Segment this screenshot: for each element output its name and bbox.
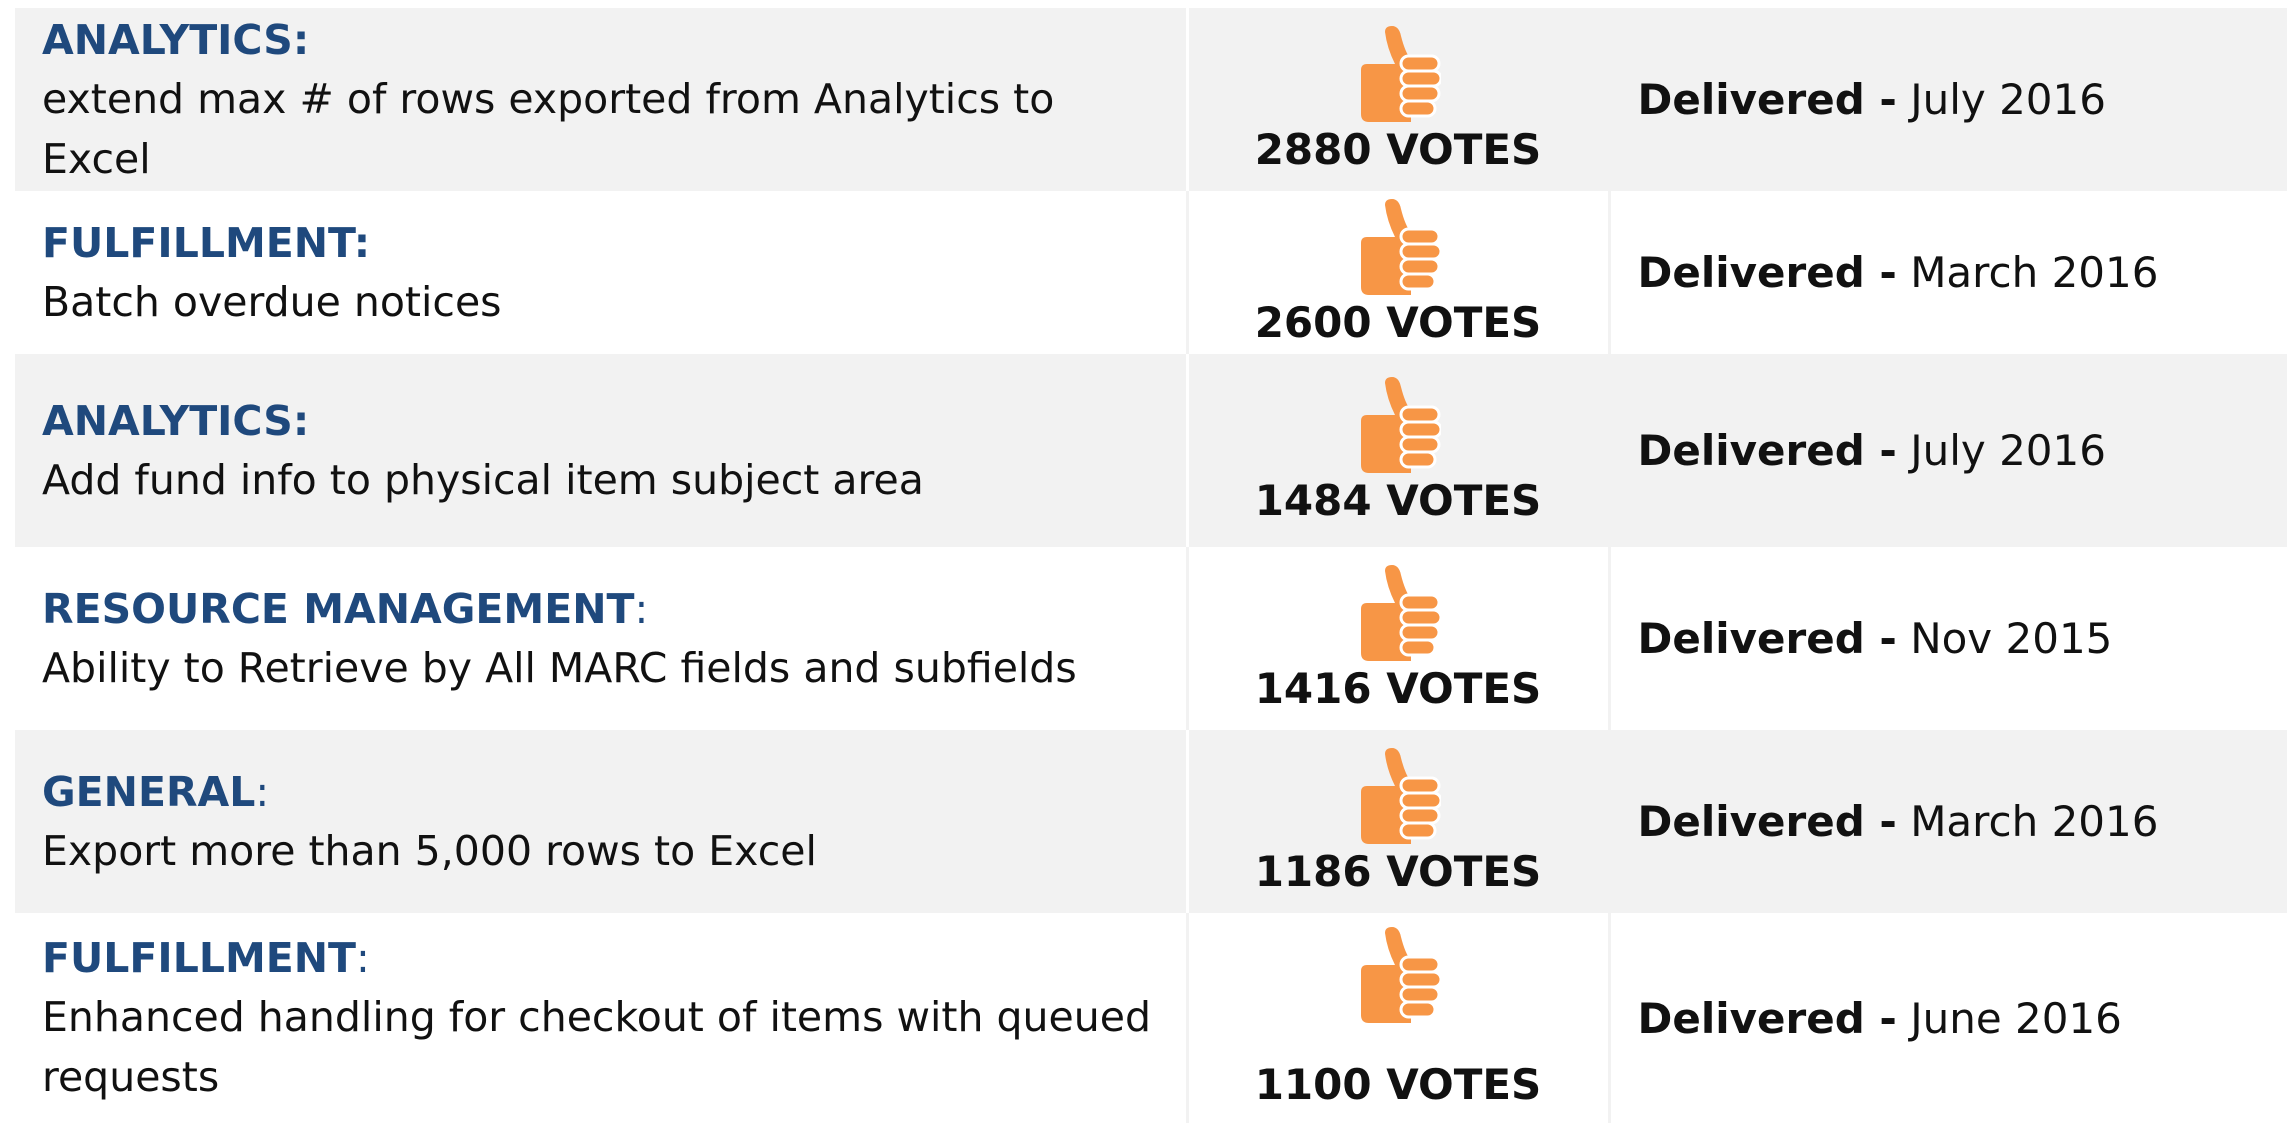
table-row: GENERAL: Export more than 5,000 rows to … xyxy=(15,730,2287,913)
status-label: Delivered - xyxy=(1637,248,1897,297)
idea-cell: FULFILLMENT: Enhanced handling for check… xyxy=(15,913,1189,1123)
thumbs-up-icon xyxy=(1361,376,1441,473)
idea-description: Batch overdue notices xyxy=(42,277,502,326)
table-row: ANALYTICS: Add fund info to physical ite… xyxy=(15,354,2287,547)
vote-cell: 1416 VOTES xyxy=(1187,547,1611,730)
status-cell: Delivered - March 2016 xyxy=(1609,730,2287,913)
status-label: Delivered - xyxy=(1637,75,1897,124)
delivery-date: June 2016 xyxy=(1910,993,2122,1043)
table-row: ANALYTICS: extend max # of rows exported… xyxy=(15,8,2287,191)
thumbs-up-icon xyxy=(1361,927,1441,1023)
vote-cell: 1186 VOTES xyxy=(1187,730,1611,913)
delivery-date: March 2016 xyxy=(1910,797,2159,846)
delivery-date: July 2016 xyxy=(1910,426,2106,475)
idea-description: Enhanced handling for checkout of items … xyxy=(42,993,1151,1101)
idea-cell: ANALYTICS: Add fund info to physical ite… xyxy=(15,354,1189,547)
idea-description: extend max # of rows exported from Analy… xyxy=(42,74,1055,183)
vote-cell: 2880 VOTES xyxy=(1187,8,1611,191)
status-label: Delivered - xyxy=(1637,426,1897,475)
table-row: RESOURCE MANAGEMENT: Ability to Retrieve… xyxy=(15,547,2287,730)
vote-cell: 2600 VOTES xyxy=(1187,191,1611,354)
category-label: GENERAL: xyxy=(42,767,270,816)
ideas-table: ANALYTICS: extend max # of rows exported… xyxy=(15,8,2287,1123)
idea-cell: RESOURCE MANAGEMENT: Ability to Retrieve… xyxy=(15,547,1189,730)
vote-cell: 1484 VOTES xyxy=(1187,354,1611,547)
idea-cell: GENERAL: Export more than 5,000 rows to … xyxy=(15,730,1189,913)
vote-cell: 1100 VOTES xyxy=(1187,913,1611,1123)
thumbs-up-icon xyxy=(1361,747,1441,844)
table-row: FULFILLMENT: Batch overdue notices 2600 … xyxy=(15,191,2287,354)
status-cell: Delivered - March 2016 xyxy=(1609,191,2287,354)
thumbs-up-icon xyxy=(1361,198,1441,295)
table-row: FULFILLMENT: Enhanced handling for check… xyxy=(15,913,2287,1123)
status-label: Delivered - xyxy=(1637,614,1897,663)
category-label: RESOURCE MANAGEMENT: xyxy=(42,584,649,633)
thumbs-up-icon xyxy=(1361,25,1441,122)
delivery-date: July 2016 xyxy=(1910,75,2106,124)
status-cell: Delivered - June 2016 xyxy=(1609,913,2287,1123)
vote-count: 1186 VOTES xyxy=(1254,846,1542,896)
status-cell: Delivered - July 2016 xyxy=(1609,8,2287,191)
idea-description: Export more than 5,000 rows to Excel xyxy=(42,826,817,875)
category-label: FULFILLMENT: xyxy=(42,218,371,267)
category-label: ANALYTICS: xyxy=(42,15,310,64)
status-cell: Delivered - July 2016 xyxy=(1609,354,2287,547)
category-label: ANALYTICS: xyxy=(42,396,310,445)
status-cell: Delivered - Nov 2015 xyxy=(1609,547,2287,730)
idea-cell: ANALYTICS: extend max # of rows exported… xyxy=(15,8,1189,191)
status-label: Delivered - xyxy=(1637,797,1897,846)
idea-description: Add fund info to physical item subject a… xyxy=(42,455,924,504)
vote-count: 2600 VOTES xyxy=(1254,297,1542,347)
category-label: FULFILLMENT: xyxy=(42,934,370,982)
thumbs-up-icon xyxy=(1361,564,1441,661)
idea-description: Ability to Retrieve by All MARC fields a… xyxy=(42,643,1077,692)
vote-count: 1100 VOTES xyxy=(1254,1060,1542,1109)
status-label: Delivered - xyxy=(1637,993,1897,1043)
vote-count: 1484 VOTES xyxy=(1254,475,1542,525)
vote-count: 2880 VOTES xyxy=(1254,124,1542,174)
idea-cell: FULFILLMENT: Batch overdue notices xyxy=(15,191,1189,354)
delivery-date: Nov 2015 xyxy=(1910,614,2113,663)
delivery-date: March 2016 xyxy=(1910,248,2159,297)
vote-count: 1416 VOTES xyxy=(1254,663,1542,713)
